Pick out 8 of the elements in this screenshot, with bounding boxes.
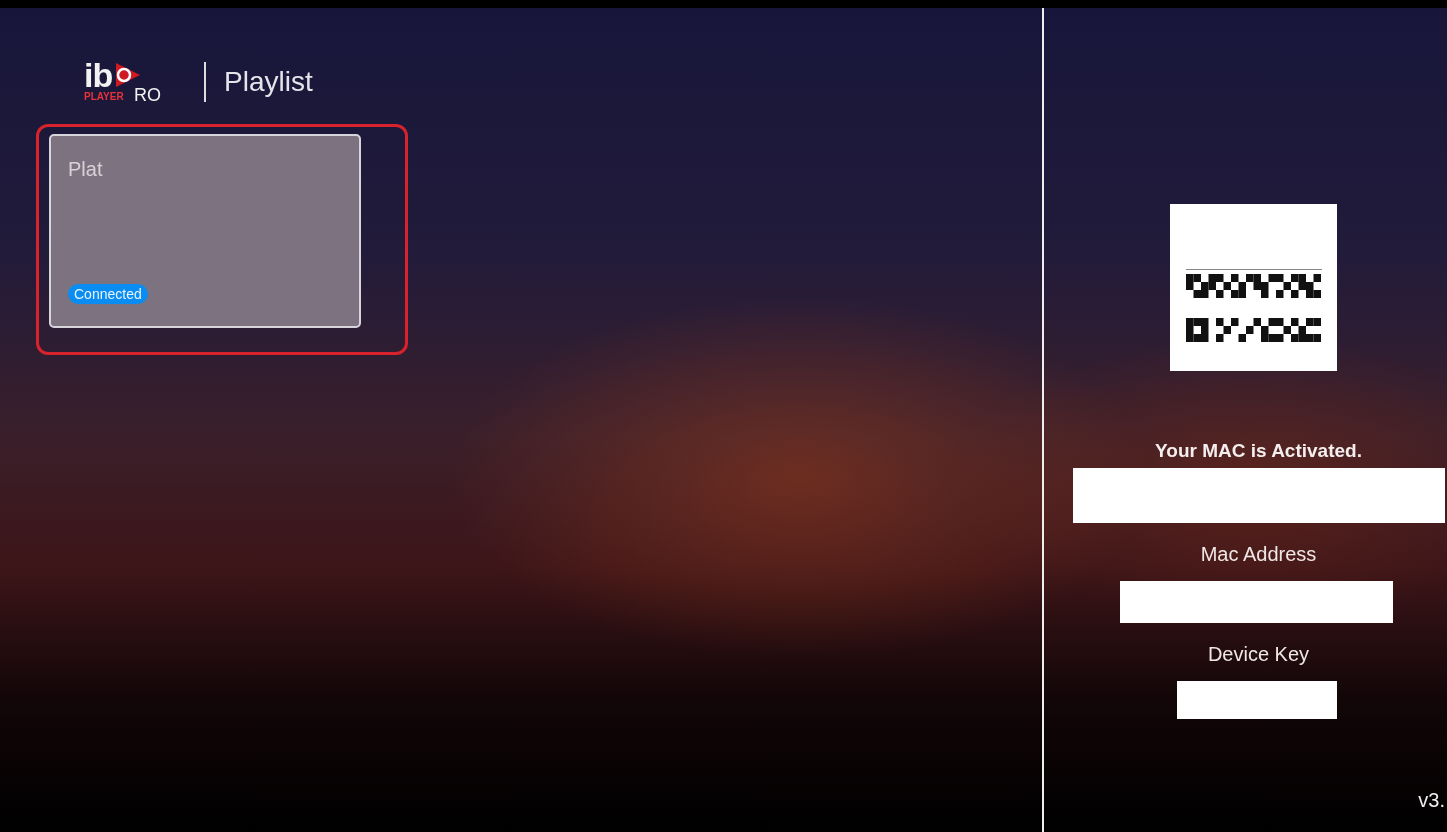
page-title: Playlist (224, 66, 313, 98)
field-label: Device Key (1207, 643, 1310, 666)
field-label: Mac Address (1200, 543, 1317, 566)
playlist-card[interactable]: Plat Connected (36, 124, 408, 355)
playlist-name: Plat (68, 158, 103, 181)
status-badge: Connected (68, 284, 148, 304)
version-label: v3. (1418, 789, 1445, 812)
activation-message: Your MAC is Activated. (1155, 440, 1362, 462)
